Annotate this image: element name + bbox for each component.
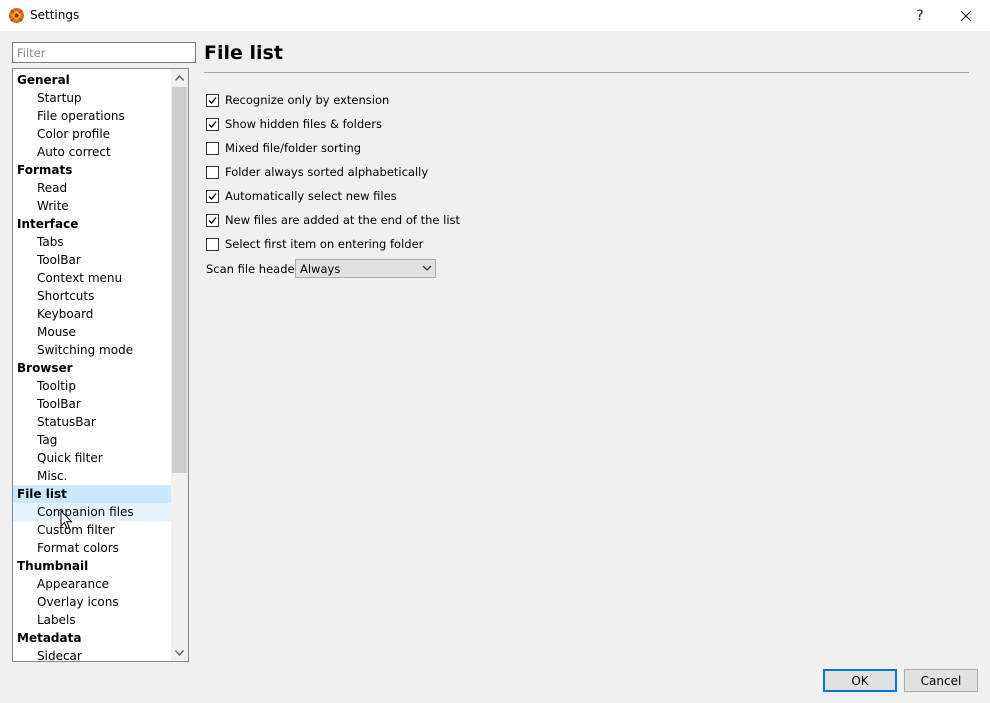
cancel-button[interactable]: Cancel [904, 669, 978, 692]
option-row[interactable]: Automatically select new files [206, 188, 397, 204]
option-checkbox[interactable] [206, 165, 219, 179]
tree-item-mouse[interactable]: Mouse [13, 323, 171, 341]
tree-item-context-menu[interactable]: Context menu [13, 269, 171, 287]
page-title: File list [204, 42, 283, 64]
tree-category-general[interactable]: General [13, 71, 171, 89]
tree-item-startup[interactable]: Startup [13, 89, 171, 107]
option-label: New files are added at the end of the li… [225, 213, 461, 227]
tree-item-companion-files[interactable]: Companion files [13, 503, 171, 521]
tree-item-appearance[interactable]: Appearance [13, 575, 171, 593]
scan-file-headers-select[interactable]: Always [295, 259, 436, 278]
tree-item-write[interactable]: Write [13, 197, 171, 215]
tree-item-overlay-icons[interactable]: Overlay icons [13, 593, 171, 611]
scroll-down-button[interactable] [171, 644, 188, 661]
tree-item-keyboard[interactable]: Keyboard [13, 305, 171, 323]
option-checkbox[interactable] [206, 189, 219, 203]
tree-item-switching-mode[interactable]: Switching mode [13, 341, 171, 359]
option-checkbox[interactable] [206, 93, 219, 107]
option-row[interactable]: Show hidden files & folders [206, 116, 382, 132]
scan-file-headers-label: Scan file headers [206, 262, 306, 276]
tree-item-tag[interactable]: Tag [13, 431, 171, 449]
option-row[interactable]: Select first item on entering folder [206, 236, 423, 252]
chevron-down-icon [422, 265, 432, 271]
option-label: Recognize only by extension [225, 93, 390, 107]
option-label: Mixed file/folder sorting [225, 141, 362, 155]
tree-item-read[interactable]: Read [13, 179, 171, 197]
settings-category-tree[interactable]: General Startup File operations Color profi… [12, 68, 189, 662]
option-checkbox[interactable] [206, 117, 219, 131]
check-icon [208, 120, 217, 128]
check-icon [208, 192, 217, 200]
tree-category-file-list[interactable]: File list [13, 485, 171, 503]
scrollbar-thumb[interactable] [172, 87, 187, 473]
xnview-app-icon [9, 8, 24, 23]
tree-category-thumbnail[interactable]: Thumbnail [13, 557, 171, 575]
title-bar: Settings ? [0, 0, 990, 31]
option-label: Folder always sorted alphabetically [225, 165, 429, 179]
option-row[interactable]: Mixed file/folder sorting [206, 140, 361, 156]
help-button[interactable]: ? [897, 0, 943, 31]
tree-item-color-profile[interactable]: Color profile [13, 125, 171, 143]
option-row[interactable]: New files are added at the end of the li… [206, 212, 460, 228]
option-label: Show hidden files & folders [225, 117, 382, 131]
tree-category-browser[interactable]: Browser [13, 359, 171, 377]
tree-item-auto-correct[interactable]: Auto correct [13, 143, 171, 161]
option-checkbox[interactable] [206, 213, 219, 227]
tree-category-formats[interactable]: Formats [13, 161, 171, 179]
check-icon [208, 216, 217, 224]
tree-item-format-colors[interactable]: Format colors [13, 539, 171, 557]
tree-item-tooltip[interactable]: Tooltip [13, 377, 171, 395]
tree-item-labels[interactable]: Labels [13, 611, 171, 629]
tree-item-sidecar[interactable]: Sidecar [13, 647, 171, 661]
mouse-cursor-icon [60, 510, 73, 530]
option-label: Automatically select new files [225, 189, 397, 203]
check-icon [208, 96, 217, 104]
tree-item-file-operations[interactable]: File operations [13, 107, 171, 125]
window-title: Settings [30, 8, 80, 22]
close-icon [960, 10, 972, 21]
tree-item-misc[interactable]: Misc. [13, 467, 171, 485]
tree-item-toolbar[interactable]: ToolBar [13, 251, 171, 269]
tree-item-toolbar[interactable]: ToolBar [13, 395, 171, 413]
scroll-up-button[interactable] [171, 69, 188, 86]
tree-item-quick-filter[interactable]: Quick filter [13, 449, 171, 467]
close-button[interactable] [943, 0, 989, 31]
option-label: Select first item on entering folder [225, 237, 424, 251]
option-row[interactable]: Recognize only by extension [206, 92, 389, 108]
chevron-down-icon [175, 649, 184, 656]
tree-category-metadata[interactable]: Metadata [13, 629, 171, 647]
tree-item-custom-filter[interactable]: Custom filter [13, 521, 171, 539]
option-row[interactable]: Folder always sorted alphabetically [206, 164, 428, 180]
title-divider [204, 72, 969, 73]
ok-button[interactable]: OK [823, 669, 897, 692]
filter-input[interactable] [12, 42, 196, 63]
option-checkbox[interactable] [206, 141, 219, 155]
category-list: General Startup File operations Color profi… [13, 71, 171, 661]
tree-category-interface[interactable]: Interface [13, 215, 171, 233]
chevron-up-icon [175, 74, 184, 81]
tree-scrollbar[interactable] [171, 69, 188, 661]
tree-item-tabs[interactable]: Tabs [13, 233, 171, 251]
tree-item-shortcuts[interactable]: Shortcuts [13, 287, 171, 305]
option-checkbox[interactable] [206, 237, 219, 251]
scan-file-headers-value: Always [300, 262, 341, 276]
tree-item-statusbar[interactable]: StatusBar [13, 413, 171, 431]
